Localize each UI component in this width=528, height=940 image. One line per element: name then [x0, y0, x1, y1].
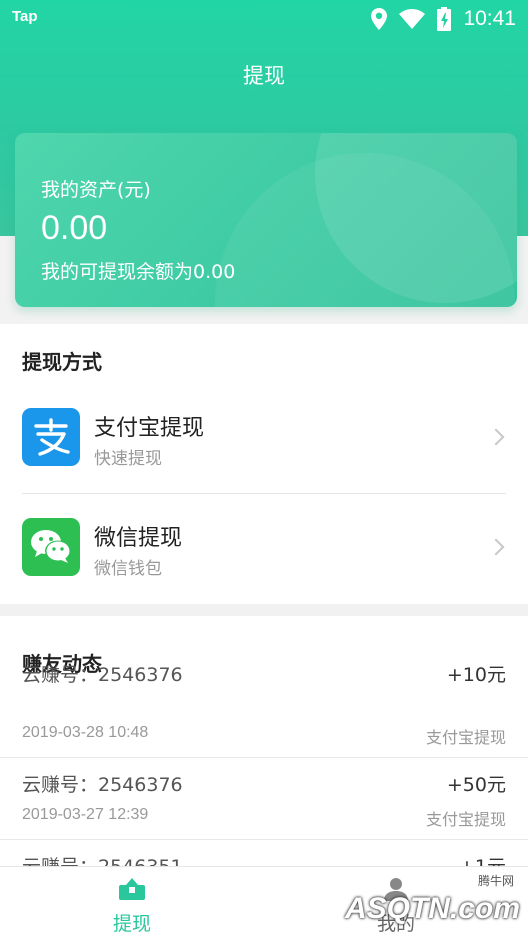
method-name: 支付宝提现 [94, 416, 205, 441]
method-desc: 微信钱包 [94, 559, 162, 579]
withdraw-methods: 提现方式 支付宝提现 快速提现 微信提现 微信钱包 [0, 324, 528, 604]
watermark-caption: 腾牛网 [477, 874, 514, 888]
alipay-icon [22, 408, 80, 466]
activity-user: 云赚号：2546376 [22, 664, 183, 686]
chevron-right-icon [487, 538, 505, 556]
method-wechat[interactable]: 微信提现 微信钱包 [0, 498, 528, 596]
activity-method: 支付宝提现 [425, 810, 506, 829]
status-bar: Tap 10:41 [0, 0, 528, 38]
asset-value: 0.00 [41, 209, 108, 247]
activity-date: 2019-03-28 10:48 [22, 724, 149, 741]
activity-row: 云赚号：2546376 +50元 2019-03-27 12:39 支付宝提现 [0, 758, 528, 840]
clock: 10:41 [463, 7, 516, 30]
carrier-label: Tap [12, 8, 38, 25]
wallet-icon [119, 878, 145, 900]
activity-method: 支付宝提现 [425, 728, 506, 747]
activity-row: 云赚号：2546376 +10元 2019-03-28 10:48 支付宝提现 [0, 664, 528, 758]
battery-icon [437, 7, 452, 31]
chevron-right-icon [487, 428, 505, 446]
asset-label: 我的资产(元) [41, 179, 151, 201]
method-alipay[interactable]: 支付宝提现 快速提现 [0, 388, 528, 486]
status-icons: 10:41 [371, 4, 516, 34]
activity-feed: 赚友动态 云赚号：2546376 +10元 2019-03-28 10:48 支… [0, 616, 528, 866]
activity-user: 云赚号：2546376 [22, 774, 183, 796]
wechat-icon [22, 518, 80, 576]
methods-title: 提现方式 [22, 350, 102, 374]
activity-amount: +10元 [446, 664, 506, 686]
activity-amount: +1元 [459, 852, 506, 866]
withdrawable-balance: 我的可提现余额为0.00 [41, 261, 236, 283]
activity-row: 云赚号：2546351 +1元 [0, 840, 528, 866]
activity-amount: +50元 [446, 774, 506, 796]
wifi-icon [399, 9, 426, 29]
activity-user: 云赚号：2546351 [22, 852, 183, 866]
asset-card: 我的资产(元) 0.00 我的可提现余额为0.00 [15, 133, 517, 307]
activity-date: 2019-03-27 12:39 [22, 806, 149, 823]
page-title: 提现 [243, 64, 285, 88]
section-separator [0, 604, 528, 616]
tab-label: 提现 [112, 913, 151, 935]
location-icon [371, 8, 388, 30]
divider [22, 493, 506, 494]
method-desc: 快速提现 [94, 449, 162, 469]
method-name: 微信提现 [94, 526, 183, 551]
watermark: ASQTN.com [344, 892, 520, 925]
tab-withdraw[interactable]: 提现 [0, 867, 264, 940]
